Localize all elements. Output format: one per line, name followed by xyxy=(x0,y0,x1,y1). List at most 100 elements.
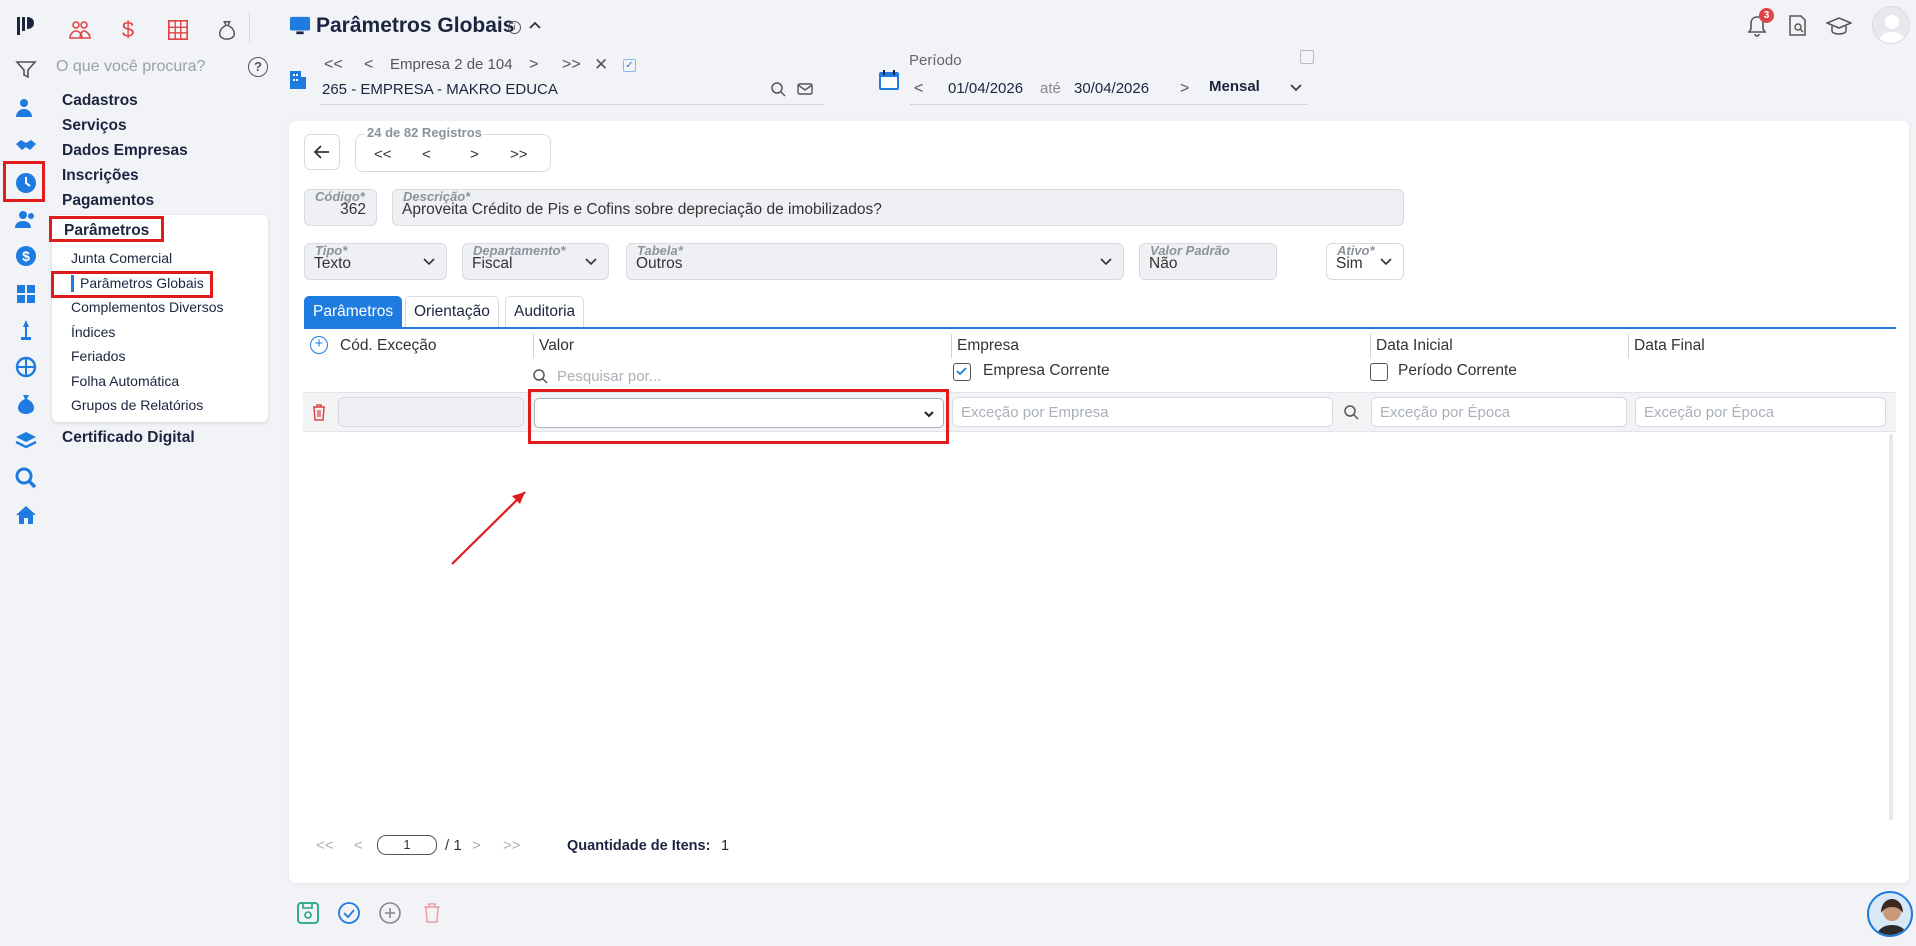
cod-excecao-input[interactable] xyxy=(338,397,524,427)
first-record-button[interactable]: << xyxy=(374,146,392,163)
notification-badge: 3 xyxy=(1759,8,1774,23)
trophy-icon[interactable] xyxy=(12,316,40,344)
add-exception-icon[interactable]: + xyxy=(310,336,328,354)
nav-cadastros[interactable]: Cadastros xyxy=(62,92,138,110)
periodo-corrente-label: Período Corrente xyxy=(1398,362,1517,379)
excecao-epoca-final-input[interactable]: Exceção por Época xyxy=(1635,397,1886,427)
periodo-corrente-checkbox[interactable] xyxy=(1370,363,1388,381)
users-icon[interactable] xyxy=(12,206,40,234)
empresa-checkbox[interactable]: ✓ xyxy=(623,59,636,72)
last-empresa-button[interactable]: >> xyxy=(562,56,581,74)
svg-text:$: $ xyxy=(22,248,30,264)
document-search-icon[interactable] xyxy=(1788,15,1808,37)
add-icon[interactable] xyxy=(377,900,403,926)
nav-servicos[interactable]: Serviços xyxy=(62,117,127,135)
nav-folha-automatica[interactable]: Folha Automática xyxy=(71,373,179,389)
next-record-button[interactable]: > xyxy=(470,146,479,163)
descricao-field[interactable]: Descrição* Aproveita Crédito de Pis e Co… xyxy=(392,189,1404,226)
chevron-down-icon xyxy=(1100,258,1112,266)
network-icon[interactable] xyxy=(12,353,40,381)
search-icon[interactable] xyxy=(12,464,40,492)
periodo-label: Período xyxy=(909,52,962,69)
empresa-corrente-checkbox[interactable] xyxy=(953,363,971,381)
grid-scrollbar[interactable] xyxy=(1889,434,1893,820)
ativo-select[interactable]: Ativo* Sim xyxy=(1326,243,1404,280)
periodicidade-select[interactable]: Mensal xyxy=(1209,78,1260,95)
next-periodo-button[interactable]: > xyxy=(1180,80,1189,98)
periodo-checkbox[interactable] xyxy=(1300,50,1314,64)
nav-inscricoes[interactable]: Inscrições xyxy=(62,167,139,185)
spreadsheet-icon[interactable] xyxy=(164,16,192,44)
nav-certificado-digital[interactable]: Certificado Digital xyxy=(62,429,195,447)
help-icon[interactable]: ? xyxy=(248,57,268,77)
tipo-select[interactable]: Tipo* Texto xyxy=(304,243,447,280)
codigo-field[interactable]: Código* 362 xyxy=(304,189,377,226)
home-icon[interactable] xyxy=(12,501,40,529)
nav-feriados[interactable]: Feriados xyxy=(71,348,125,364)
close-icon[interactable]: ✕ xyxy=(594,55,608,75)
dollar-icon[interactable]: $ xyxy=(12,242,40,270)
delete-icon[interactable] xyxy=(419,900,445,926)
tipo-value: Texto xyxy=(314,255,352,272)
col-empresa: Empresa xyxy=(957,337,1020,354)
prev-periodo-button[interactable]: < xyxy=(914,80,923,98)
prev-record-button[interactable]: < xyxy=(422,146,431,163)
nav-grupos-relatorios[interactable]: Grupos de Relatórios xyxy=(71,397,203,413)
empresa-name[interactable]: 265 - EMPRESA - MAKRO EDUCA xyxy=(322,81,558,98)
chevron-down-icon[interactable] xyxy=(1288,79,1304,99)
tab-orientacao[interactable]: Orientação xyxy=(405,296,499,328)
nav-dados-empresas[interactable]: Dados Empresas xyxy=(62,142,188,160)
valor-search-input[interactable]: Pesquisar por... xyxy=(557,368,661,385)
date-from[interactable]: 01/04/2026 xyxy=(948,80,1023,97)
first-page-button[interactable]: << xyxy=(316,837,334,854)
money-bag-icon[interactable] xyxy=(12,390,40,418)
tabela-select[interactable]: Tabela* Outros xyxy=(626,243,1124,280)
back-button[interactable] xyxy=(304,134,340,170)
confirm-icon[interactable] xyxy=(336,900,362,926)
last-page-button[interactable]: >> xyxy=(503,837,521,854)
app-logo[interactable] xyxy=(12,12,40,40)
prev-empresa-button[interactable]: < xyxy=(364,56,373,74)
dollar-sign-icon[interactable]: $ xyxy=(114,16,142,44)
tab-parametros[interactable]: Parâmetros xyxy=(304,296,403,328)
tab-auditoria[interactable]: Auditoria xyxy=(505,296,585,328)
nav-search-input[interactable]: O que você procura? xyxy=(56,58,205,76)
trash-icon[interactable] xyxy=(311,403,327,421)
excecao-empresa-input[interactable]: Exceção por Empresa xyxy=(952,397,1333,427)
page-input[interactable]: 1 xyxy=(377,835,437,855)
nav-complementos-diversos[interactable]: Complementos Diversos xyxy=(71,299,224,315)
calendar-icon[interactable] xyxy=(878,69,900,91)
excecao-epoca-inicial-input[interactable]: Exceção por Época xyxy=(1371,397,1627,427)
departamento-select[interactable]: Departamento* Fiscal xyxy=(462,243,609,280)
people-icon[interactable] xyxy=(66,16,94,44)
user-admin-icon[interactable] xyxy=(12,94,40,122)
filter-icon[interactable] xyxy=(12,56,40,84)
first-empresa-button[interactable]: << xyxy=(324,56,343,74)
money-bag-outline-icon[interactable] xyxy=(213,16,241,44)
nav-indices[interactable]: Índices xyxy=(71,324,115,340)
next-empresa-button[interactable]: > xyxy=(529,56,538,74)
empresa-lookup-icon[interactable] xyxy=(1343,404,1359,424)
ate-label: até xyxy=(1040,80,1061,97)
support-avatar[interactable] xyxy=(1867,891,1913,937)
calculator-icon[interactable] xyxy=(12,280,40,308)
building-icon xyxy=(289,68,307,90)
layers-icon[interactable] xyxy=(12,427,40,455)
mail-icon[interactable] xyxy=(797,81,813,101)
graduation-cap-icon[interactable] xyxy=(1825,15,1853,37)
user-avatar[interactable] xyxy=(1872,6,1910,44)
nav-junta-comercial[interactable]: Junta Comercial xyxy=(71,250,172,266)
empresa-underline xyxy=(320,104,824,105)
handshake-icon[interactable] xyxy=(12,132,40,160)
prev-page-button[interactable]: < xyxy=(354,837,363,854)
date-to[interactable]: 30/04/2026 xyxy=(1074,80,1149,97)
divider xyxy=(249,12,250,42)
next-page-button[interactable]: > xyxy=(472,837,481,854)
info-icon[interactable]: i xyxy=(508,21,521,34)
valor-padrao-field[interactable]: Valor Padrão Não xyxy=(1139,243,1277,280)
nav-pagamentos[interactable]: Pagamentos xyxy=(62,192,154,210)
collapse-chevron-icon[interactable] xyxy=(527,18,543,38)
empresa-search-icon[interactable] xyxy=(770,81,786,101)
save-icon[interactable] xyxy=(295,900,321,926)
last-record-button[interactable]: >> xyxy=(510,146,528,163)
